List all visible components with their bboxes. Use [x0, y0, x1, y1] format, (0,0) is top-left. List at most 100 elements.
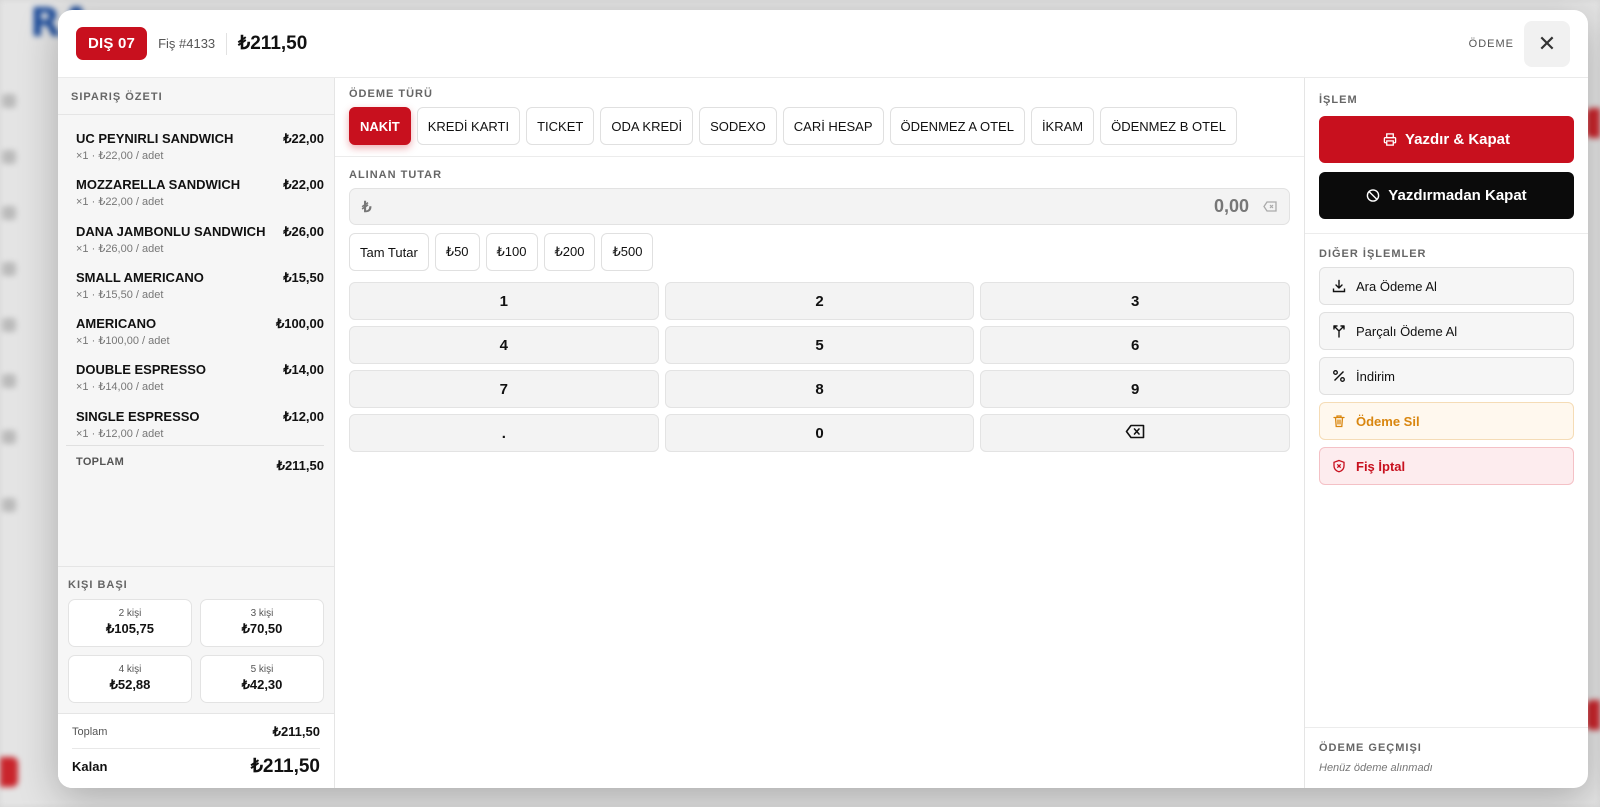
numeric-keypad: 1 2 3 4 5 6 7 8 9 . 0	[349, 282, 1290, 452]
other-actions-title: DIĞER İŞLEMLER	[1319, 248, 1427, 260]
per-person-count: 2 kişi	[118, 608, 142, 619]
quick-amount-100[interactable]: ₺100	[485, 233, 538, 271]
key-4[interactable]: 4	[349, 326, 659, 364]
payment-modal: DIŞ 07 Fiş #4133 ₺211,50 ÖDEME ✕ SIPARIŞ…	[58, 10, 1588, 788]
payment-type-cash[interactable]: NAKİT	[349, 107, 411, 145]
quick-amount-500[interactable]: ₺500	[601, 233, 654, 271]
per-person-section: KIŞI BAŞI 2 kişi ₺105,75 3 kişi ₺70,50 4…	[58, 566, 334, 713]
item-name: DOUBLE ESPRESSO	[76, 362, 207, 378]
order-item: MOZZARELLA SANDWICH ×1 · ₺22,00 / adet ₺2…	[76, 167, 324, 213]
amount-title: ALINAN TUTAR	[349, 169, 443, 181]
key-3[interactable]: 3	[980, 282, 1290, 320]
actions-panel: İŞLEM Yazdır & Kapat Yazdırmadan Kapat D…	[1304, 78, 1588, 788]
item-detail: ×1 · ₺14,00 / adet	[76, 381, 164, 394]
payment-type-room-credit[interactable]: ODA KREDİ	[600, 107, 694, 145]
key-0[interactable]: 0	[664, 414, 975, 452]
header-label: ÖDEME	[1468, 37, 1514, 50]
item-price: ₺14,00	[283, 362, 324, 378]
amount-input[interactable]: ₺ 0,00	[349, 188, 1290, 225]
order-summary-title: SIPARIŞ ÖZETI	[71, 91, 163, 103]
key-8[interactable]: 8	[664, 370, 975, 408]
key-decimal[interactable]: .	[349, 414, 659, 452]
item-price: ₺22,00	[283, 177, 324, 193]
per-person-title: KIŞI BAŞI	[68, 579, 128, 591]
quick-amount-50[interactable]: ₺50	[434, 233, 480, 271]
per-person-count: 4 kişi	[118, 664, 142, 675]
quick-amount-200[interactable]: ₺200	[543, 233, 596, 271]
download-icon	[1332, 279, 1346, 293]
per-person-value: ₺105,75	[105, 621, 155, 636]
remaining-label: Kalan	[72, 759, 108, 774]
quick-amount-full[interactable]: Tam Tutar	[349, 233, 429, 271]
item-detail: ×1 · ₺15,50 / adet	[76, 288, 164, 301]
partial-payment-button[interactable]: Parçalı Ödeme Al	[1319, 312, 1574, 350]
payment-type-ticket[interactable]: TICKET	[526, 107, 595, 145]
order-total-row: TOPLAM ₺211,50	[66, 445, 324, 474]
order-item: AMERICANO ×1 · ₺100,00 / adet ₺100,00	[76, 306, 324, 352]
delete-payment-button[interactable]: Ödeme Sil	[1319, 402, 1574, 440]
background-avatar	[0, 757, 18, 787]
background-nav-item	[0, 494, 60, 516]
per-person-card[interactable]: 5 kişi ₺42,30	[200, 655, 324, 703]
key-6[interactable]: 6	[980, 326, 1290, 364]
order-item: SINGLE ESPRESSO ×1 · ₺12,00 / adet ₺12,00	[76, 399, 324, 445]
background-nav-item	[0, 146, 60, 168]
key-2[interactable]: 2	[664, 282, 975, 320]
payment-type-current-account[interactable]: CARİ HESAP	[782, 107, 884, 145]
item-detail: ×1 · ₺22,00 / adet	[76, 150, 164, 162]
per-person-value: ₺42,30	[241, 677, 283, 692]
close-without-print-button[interactable]: Yazdırmadan Kapat	[1319, 172, 1574, 219]
discount-button[interactable]: İndirim	[1319, 357, 1574, 395]
currency-symbol: ₺	[362, 198, 372, 216]
payment-history-section: ÖDEME GEÇMIŞI Henüz ödeme alınmadı	[1305, 727, 1588, 788]
key-9[interactable]: 9	[980, 370, 1290, 408]
quick-amounts: Tam Tutar ₺50 ₺100 ₺200 ₺500	[349, 233, 1290, 271]
payment-type-unpaid-a-hotel[interactable]: ÖDENMEZ A OTEL	[889, 107, 1025, 145]
item-price: ₺22,00	[283, 131, 324, 146]
item-detail: ×1 · ₺100,00 / adet	[76, 335, 170, 348]
print-and-close-button[interactable]: Yazdır & Kapat	[1319, 116, 1574, 163]
cancel-receipt-label: Fiş İptal	[1356, 458, 1406, 474]
table-badge: DIŞ 07	[76, 27, 148, 60]
shield-x-icon	[1332, 459, 1346, 473]
close-without-print-label: Yazdırmadan Kapat	[1388, 187, 1527, 204]
item-name: MOZZARELLA SANDWICH	[76, 177, 241, 193]
interim-payment-button[interactable]: Ara Ödeme Al	[1319, 267, 1574, 305]
no-print-icon	[1366, 189, 1380, 203]
key-5[interactable]: 5	[664, 326, 975, 364]
order-items: UC PEYNIRLI SANDWICH ×1 · ₺22,00 / adet ₺…	[58, 115, 334, 445]
order-item: SMALL AMERICANO ×1 · ₺15,50 / adet ₺15,50	[76, 260, 324, 306]
print-and-close-label: Yazdır & Kapat	[1404, 131, 1511, 148]
item-name: SINGLE ESPRESSO	[76, 408, 200, 424]
payment-type-complimentary[interactable]: İKRAM	[1030, 107, 1095, 145]
payment-types-title: ÖDEME TÜRÜ	[349, 88, 433, 100]
payment-type-unpaid-b-hotel[interactable]: ÖDENMEZ B OTEL	[1100, 107, 1237, 145]
payment-type-credit-card[interactable]: KREDİ KARTI	[416, 107, 521, 145]
payment-history-empty: Henüz ödeme alınmadı	[1319, 762, 1433, 774]
cancel-receipt-button[interactable]: Fiş İptal	[1319, 447, 1574, 485]
item-detail: ×1 · ₺22,00 / adet	[76, 196, 164, 209]
item-detail: ×1 · ₺26,00 / adet	[76, 242, 164, 255]
amount-section: ALINAN TUTAR ₺ 0,00 Tam Tutar ₺50 ₺100 ₺…	[335, 157, 1304, 452]
key-backspace[interactable]	[980, 414, 1290, 452]
clear-input-icon[interactable]	[1263, 200, 1277, 214]
actions-title: İŞLEM	[1319, 94, 1358, 106]
background-nav-item	[0, 426, 60, 448]
summary-total-value: ₺211,50	[272, 724, 320, 739]
background-nav-item	[0, 370, 60, 392]
percent-icon	[1332, 369, 1346, 383]
order-summary-panel: SIPARIŞ ÖZETI UC PEYNIRLI SANDWICH ×1 · ₺…	[58, 78, 335, 788]
payment-type-sodexo[interactable]: SODEXO	[699, 107, 777, 145]
item-price: ₺12,00	[283, 408, 324, 424]
background-accent	[1586, 700, 1600, 730]
payment-history-title: ÖDEME GEÇMIŞI	[1319, 742, 1422, 754]
per-person-card[interactable]: 4 kişi ₺52,88	[68, 655, 192, 703]
other-actions-section: DIĞER İŞLEMLER Ara Ödeme Al Parçalı Ödem…	[1305, 234, 1588, 485]
per-person-card[interactable]: 2 kişi ₺105,75	[68, 599, 192, 647]
per-person-card[interactable]: 3 kişi ₺70,50	[200, 599, 324, 647]
close-icon: ✕	[1537, 30, 1557, 56]
close-button[interactable]: ✕	[1524, 20, 1570, 67]
key-7[interactable]: 7	[349, 370, 659, 408]
key-1[interactable]: 1	[349, 282, 659, 320]
remaining-value: ₺211,50	[250, 756, 320, 777]
